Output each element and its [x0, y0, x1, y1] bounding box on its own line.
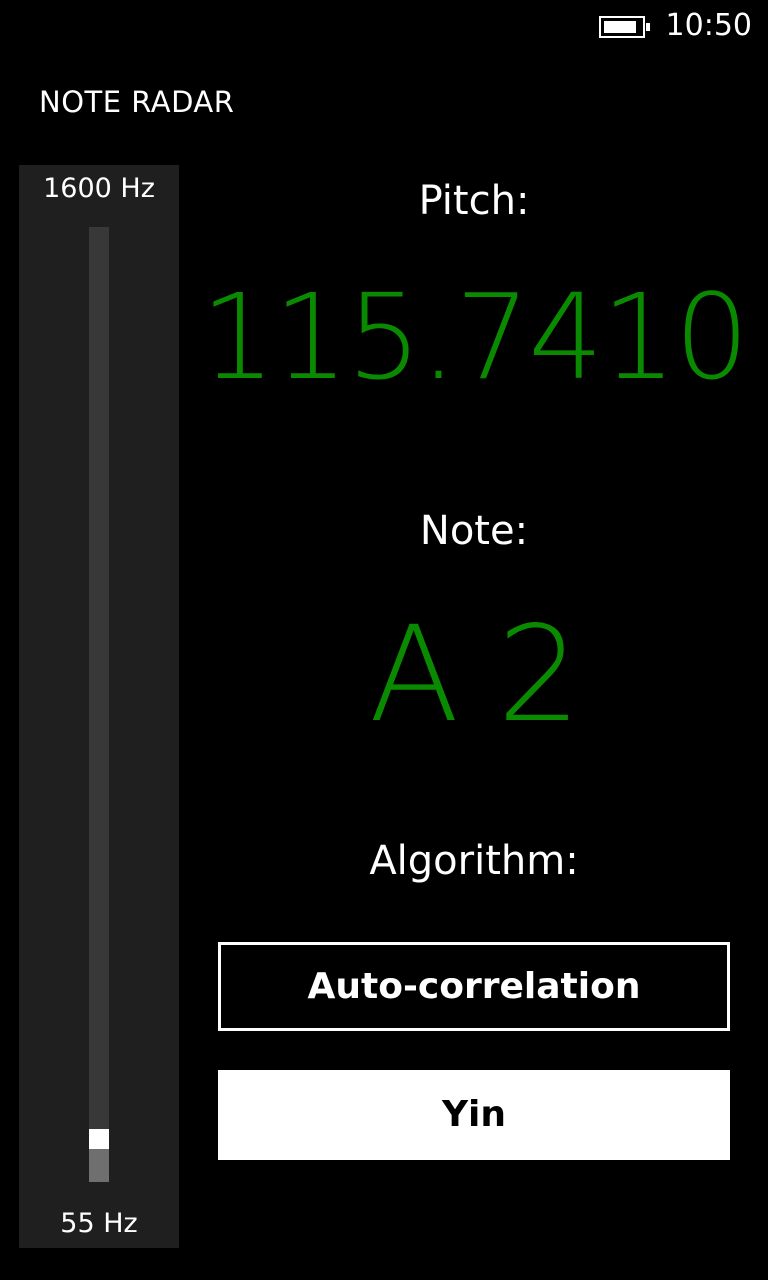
pitch-label: Pitch:	[418, 178, 530, 224]
pitch-value: 115.7410	[200, 268, 749, 406]
slider-thumb[interactable]	[89, 1129, 109, 1149]
status-bar: 10:50	[0, 0, 768, 52]
note-value: A 2	[368, 598, 581, 752]
frequency-range-slider[interactable]: 1600 Hz 55 Hz	[19, 165, 179, 1248]
yin-button[interactable]: Yin	[218, 1070, 730, 1160]
auto-correlation-button[interactable]: Auto-correlation	[218, 942, 730, 1031]
note-label: Note:	[419, 508, 529, 554]
battery-level-fill	[604, 21, 636, 33]
algorithm-label: Algorithm:	[369, 838, 579, 884]
battery-icon	[599, 16, 650, 38]
status-clock: 10:50	[665, 8, 752, 43]
slider-fill	[89, 1149, 109, 1182]
app-title: NOTE RADAR	[39, 85, 235, 119]
battery-nub	[646, 23, 650, 31]
range-max-label: 1600 Hz	[43, 173, 155, 204]
range-min-label: 55 Hz	[60, 1208, 138, 1239]
slider-track[interactable]	[89, 227, 109, 1182]
